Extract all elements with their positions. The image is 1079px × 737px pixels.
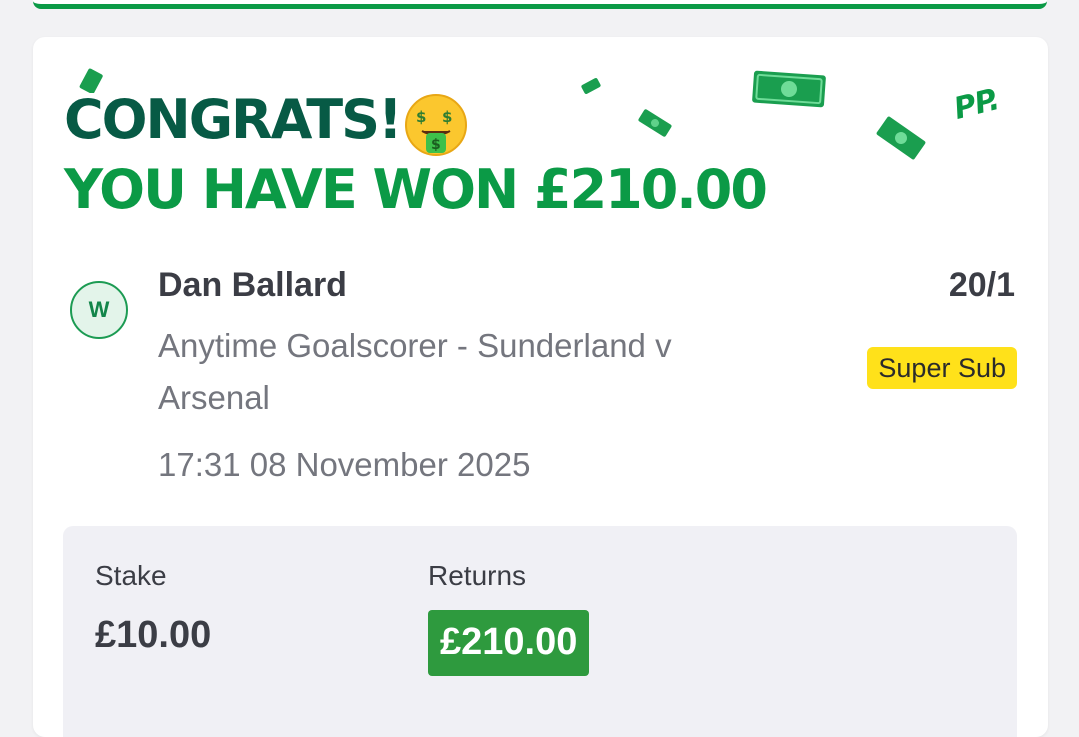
svg-text:$: $ bbox=[431, 137, 441, 153]
odds-value: 20/1 bbox=[948, 266, 1015, 304]
svg-text:$: $ bbox=[442, 108, 452, 126]
selection-name: Dan Ballard bbox=[158, 266, 347, 304]
super-sub-badge: Super Sub bbox=[867, 347, 1017, 389]
banknote-icon bbox=[876, 116, 926, 160]
returns-value: £210.00 bbox=[428, 610, 590, 676]
returns-label: Returns bbox=[428, 560, 527, 591]
win-notification-card: PP. CONGRATS! $ $ $ YOU HAVE WON £210.00… bbox=[33, 37, 1048, 737]
stake-label: Stake bbox=[95, 560, 167, 591]
paddy-power-logo: PP. bbox=[950, 82, 1003, 127]
money-mouth-face-icon: $ $ $ bbox=[405, 94, 467, 156]
banknote-icon bbox=[581, 78, 601, 94]
bet-summary-panel: Stake £10.00 Returns £210.00 bbox=[63, 526, 1017, 737]
previous-card-edge bbox=[33, 0, 1047, 9]
congrats-heading: CONGRATS! bbox=[64, 88, 403, 151]
win-amount-heading: YOU HAVE WON £210.00 bbox=[64, 158, 768, 221]
bet-datetime: 17:31 08 November 2025 bbox=[158, 446, 531, 483]
banknote-icon bbox=[638, 109, 672, 137]
stake-value: £10.00 bbox=[95, 614, 212, 656]
market-description: Anytime Goalscorer - Sunderland v Arsena… bbox=[158, 327, 672, 416]
banknote-icon bbox=[752, 70, 826, 108]
svg-text:$: $ bbox=[416, 108, 426, 126]
bet-status-indicator: W bbox=[70, 281, 128, 339]
